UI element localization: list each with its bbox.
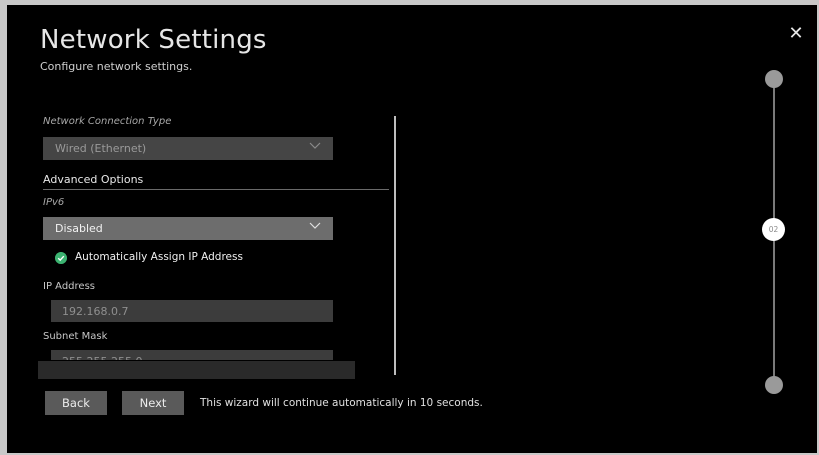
ip-address-field[interactable]: [51, 300, 333, 322]
connection-type-value: Wired (Ethernet): [55, 142, 147, 155]
ipv6-value: Disabled: [55, 222, 103, 235]
ip-address-label: IP Address: [43, 281, 95, 292]
auto-assign-ip-label: Automatically Assign IP Address: [75, 251, 243, 263]
auto-continue-message: This wizard will continue automatically …: [200, 397, 483, 409]
connection-type-dropdown[interactable]: Wired (Ethernet): [43, 137, 333, 160]
page-subtitle: Configure network settings.: [40, 60, 193, 73]
network-settings-dialog: ✕ Network Settings Configure network set…: [7, 5, 817, 453]
back-button[interactable]: Back: [45, 391, 107, 415]
ipv6-label: IPv6: [43, 197, 65, 208]
settings-form: Network Connection Type Wired (Ethernet)…: [43, 105, 393, 360]
chevron-down-icon: [309, 222, 321, 229]
ipv6-dropdown[interactable]: Disabled: [43, 217, 333, 240]
connection-type-label: Network Connection Type: [43, 116, 172, 127]
subnet-mask-field[interactable]: [51, 350, 333, 360]
step-1-dot: [765, 70, 783, 88]
next-button[interactable]: Next: [122, 391, 184, 415]
current-step-indicator: 02: [762, 218, 785, 241]
subnet-mask-label: Subnet Mask: [43, 331, 108, 342]
section-divider: [43, 189, 389, 190]
step-3-dot: [765, 376, 783, 394]
check-circle-icon: [55, 252, 67, 264]
page-title: Network Settings: [40, 25, 267, 55]
advanced-options-heading: Advanced Options: [43, 173, 144, 186]
close-icon[interactable]: ✕: [787, 25, 805, 43]
chevron-down-icon: [309, 142, 321, 149]
form-scrollbar[interactable]: [394, 116, 396, 375]
scroll-fade-overlay: [38, 361, 355, 379]
